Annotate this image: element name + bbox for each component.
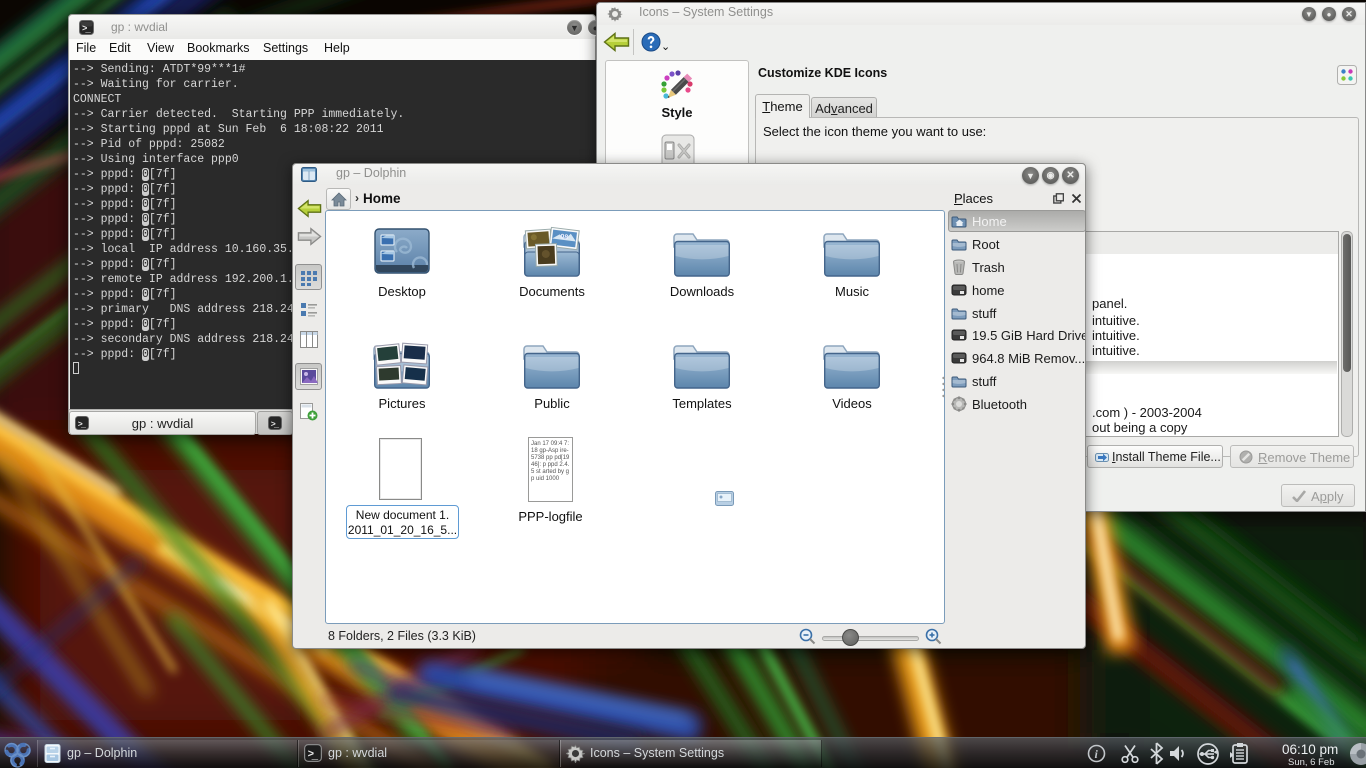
svg-text:08: 08 [560,234,569,242]
svg-text:>_: >_ [82,24,91,35]
svg-text:>_: >_ [308,749,319,762]
svg-text:>_: >_ [271,419,280,430]
svg-text:i: i [1095,747,1099,761]
